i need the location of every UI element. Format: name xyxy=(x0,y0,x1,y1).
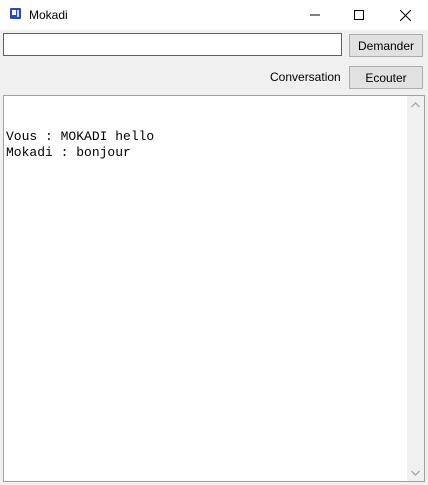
vertical-scrollbar[interactable] xyxy=(407,96,424,481)
conversation-log: Vous : MOKADI hello Mokadi : bonjour xyxy=(6,129,406,161)
ask-input[interactable] xyxy=(3,33,342,56)
app-window: Mokadi Demander Conversation Ecouter Vou… xyxy=(0,0,428,485)
maximize-icon xyxy=(354,10,364,20)
listen-button[interactable]: Ecouter xyxy=(349,66,423,89)
close-button[interactable] xyxy=(382,0,428,30)
ask-button[interactable]: Demander xyxy=(349,34,423,57)
conversation-label: Conversation xyxy=(270,70,341,84)
minimize-button[interactable] xyxy=(292,0,338,30)
maximize-button[interactable] xyxy=(336,0,382,30)
minimize-icon xyxy=(310,14,320,16)
conversation-line: Mokadi : bonjour xyxy=(6,145,131,160)
window-title: Mokadi xyxy=(29,8,68,22)
scroll-down-button[interactable] xyxy=(407,464,424,481)
close-icon xyxy=(399,9,411,21)
scroll-up-button[interactable] xyxy=(407,96,424,113)
conversation-textbox[interactable]: Vous : MOKADI hello Mokadi : bonjour xyxy=(3,95,425,482)
chevron-down-icon xyxy=(411,470,420,476)
app-icon xyxy=(10,8,21,19)
conversation-line: Vous : MOKADI hello xyxy=(6,129,155,144)
title-bar[interactable]: Mokadi xyxy=(0,0,428,30)
chevron-up-icon xyxy=(411,101,420,107)
